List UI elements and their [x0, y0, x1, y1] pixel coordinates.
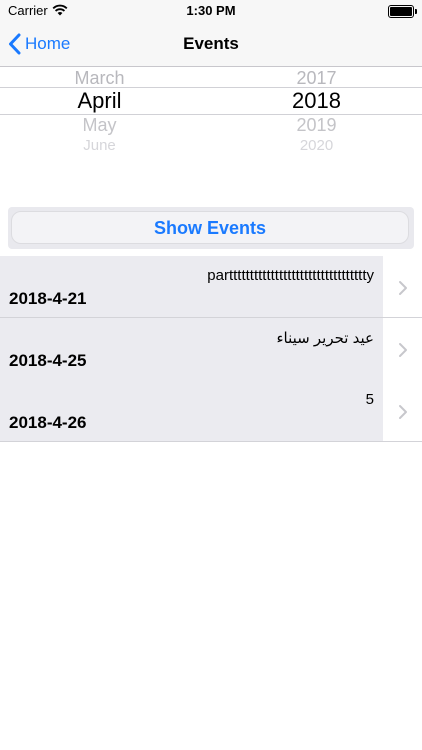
chevron-right-icon	[399, 405, 407, 419]
row-separator	[0, 441, 422, 442]
event-row[interactable]: 5 2018-4-26	[0, 380, 422, 442]
event-date: 2018-4-21	[9, 289, 87, 308]
picker-month-option[interactable]: May	[0, 115, 205, 136]
battery-icon	[388, 5, 417, 18]
event-date: 2018-4-25	[9, 351, 87, 370]
event-title: 5	[365, 391, 374, 408]
picker-year-option[interactable]: 2020	[211, 137, 422, 153]
year-wheel[interactable]: 2017 2018 2019 2020	[211, 67, 422, 153]
month-wheel[interactable]: March April May June	[0, 67, 211, 153]
picker-year-option[interactable]: 2017	[211, 68, 422, 89]
event-title: parttttttttttttttttttttttttttttttttty	[207, 267, 374, 284]
picker-year-selected[interactable]: 2018	[211, 88, 422, 114]
page-title: Events	[183, 34, 239, 53]
month-year-picker[interactable]: March April May June 2017 2018 2019 2020	[0, 67, 422, 153]
navigation-bar: Home Events	[0, 22, 422, 67]
event-title: عيد تحرير سيناء	[276, 330, 374, 347]
picker-month-selected[interactable]: April	[0, 88, 205, 114]
picker-month-option[interactable]: June	[0, 137, 205, 153]
event-row[interactable]: parttttttttttttttttttttttttttttttttty 20…	[0, 256, 422, 318]
picker-month-option[interactable]: March	[0, 68, 205, 89]
show-events-button[interactable]: Show Events	[11, 211, 409, 244]
event-date: 2018-4-26	[9, 413, 87, 432]
status-time: 1:30 PM	[186, 3, 236, 18]
status-bar: Carrier 1:30 PM	[0, 0, 422, 22]
show-events-container: Show Events	[8, 207, 414, 249]
events-list: parttttttttttttttttttttttttttttttttty 20…	[0, 256, 422, 442]
chevron-right-icon	[399, 343, 407, 357]
chevron-right-icon	[399, 281, 407, 295]
picker-year-option[interactable]: 2019	[211, 115, 422, 136]
event-row[interactable]: عيد تحرير سيناء 2018-4-25	[0, 318, 422, 380]
